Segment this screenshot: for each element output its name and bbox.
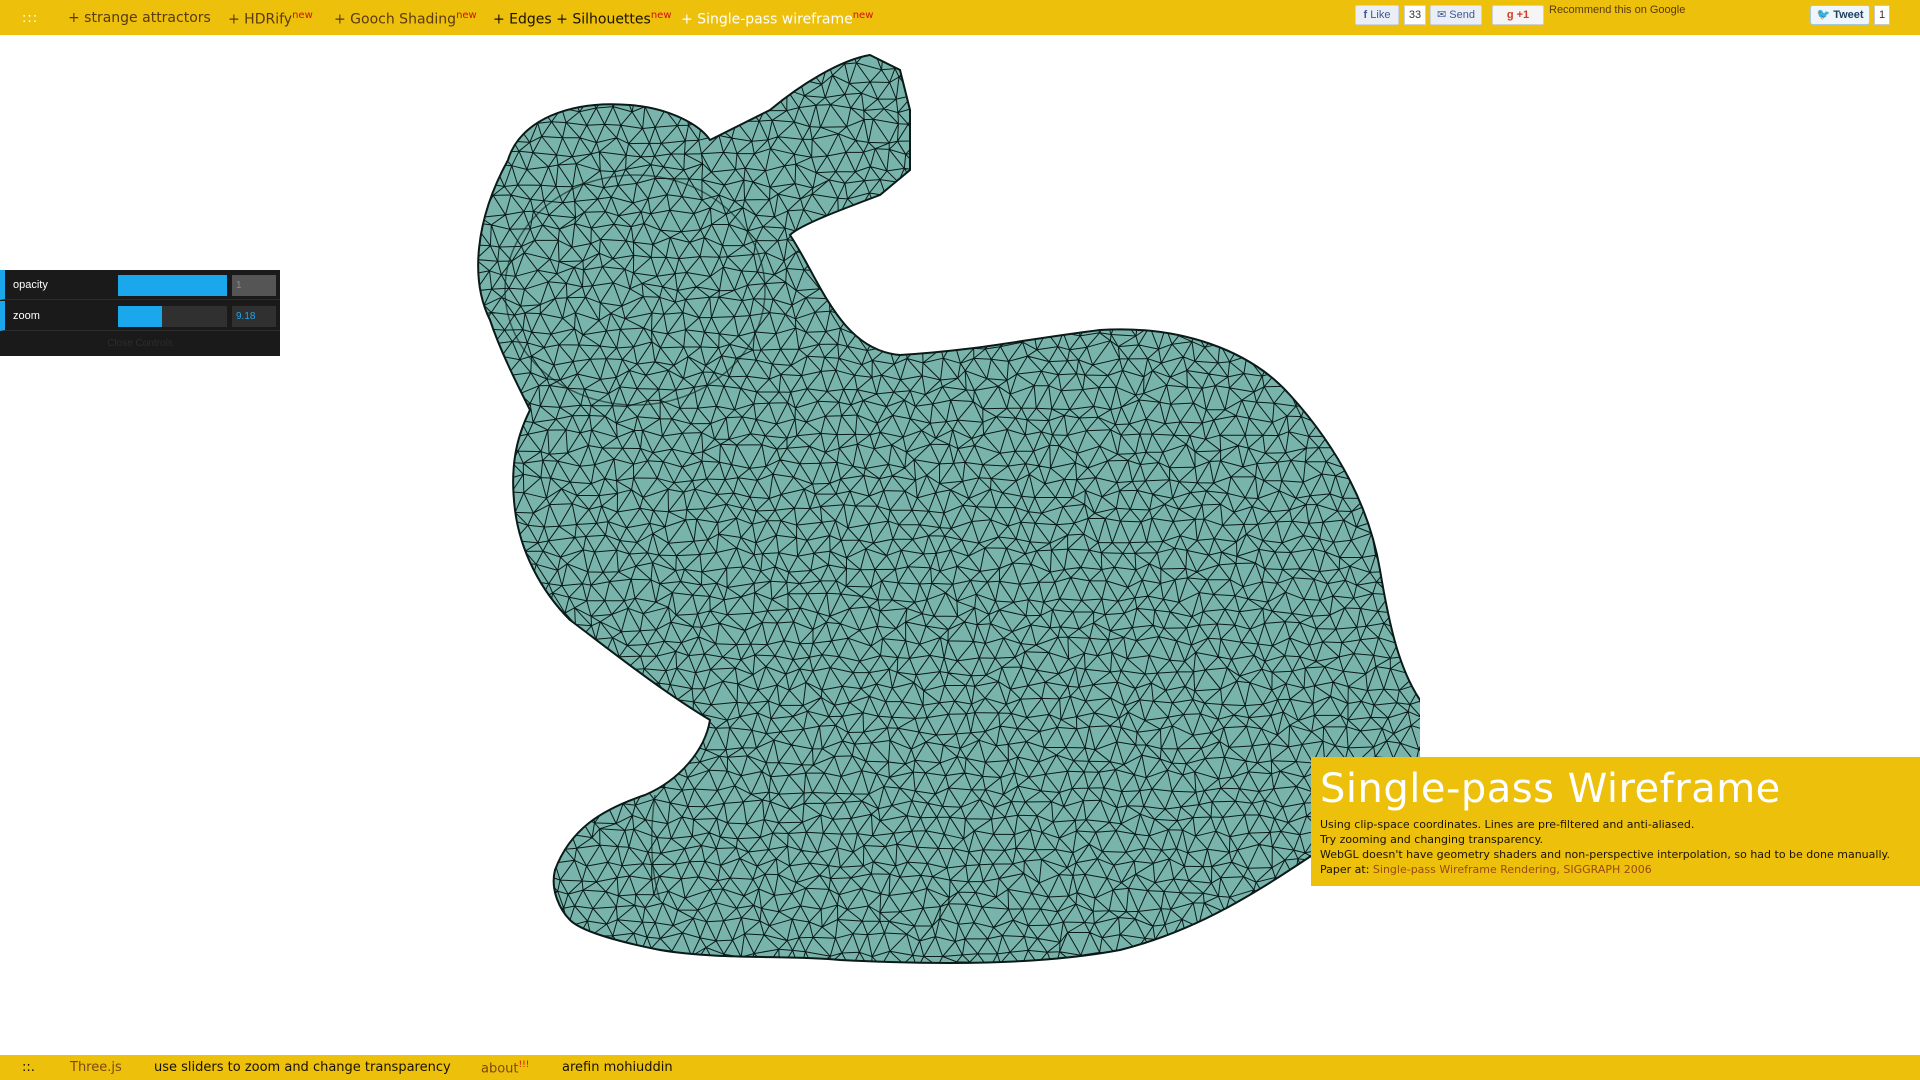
close-controls-button[interactable]: Close Controls: [0, 338, 280, 349]
info-title: Single-pass Wireframe: [1320, 766, 1781, 812]
threejs-link[interactable]: Three.js: [70, 1060, 122, 1075]
facebook-send-button[interactable]: ✉ Send: [1430, 5, 1482, 25]
google-icon: g: [1506, 9, 1514, 21]
author-name: arefin mohiuddin: [562, 1060, 673, 1075]
nav-gooch-shading[interactable]: + Gooch Shadingnew: [334, 10, 477, 28]
opacity-control-row: opacity 1: [0, 270, 280, 300]
twitter-bird-icon: 🐦: [1816, 9, 1831, 21]
bottom-bar: ::. Three.js use sliders to zoom and cha…: [0, 1055, 1920, 1080]
nav-hdrify[interactable]: + HDRifynew: [228, 10, 313, 28]
info-line-2: Try zooming and changing transparency.: [1320, 833, 1544, 846]
info-paper-line: Paper at: Single-pass Wireframe Renderin…: [1320, 863, 1652, 876]
info-line-3: WebGL doesn't have geometry shaders and …: [1320, 848, 1890, 861]
zoom-slider-fill: [118, 306, 162, 327]
wireframe-bunny-canvas[interactable]: [460, 50, 1420, 1030]
bottom-menu-dots[interactable]: ::.: [22, 1060, 35, 1075]
about-link[interactable]: about!!!: [481, 1060, 529, 1076]
info-description: Using clip-space coordinates. Lines are …: [1320, 817, 1920, 877]
opacity-slider[interactable]: [118, 275, 227, 296]
opacity-slider-fill: [118, 275, 227, 296]
facebook-like-button[interactable]: f Like: [1355, 5, 1399, 25]
google-plus-one-button[interactable]: g +1: [1492, 5, 1544, 25]
opacity-value-field[interactable]: 1: [232, 275, 276, 296]
zoom-slider[interactable]: [118, 306, 227, 327]
zoom-value-field[interactable]: 9.18: [232, 306, 276, 327]
nav-edges-silhouettes[interactable]: + Edges + Silhouettesnew: [493, 10, 672, 28]
info-line-1: Using clip-space coordinates. Lines are …: [1320, 818, 1695, 831]
send-icon: ✉: [1437, 9, 1447, 21]
controls-panel: opacity 1 zoom 9.18 Close Controls: [0, 270, 280, 356]
paper-link[interactable]: Single-pass Wireframe Rendering, SIGGRAP…: [1373, 863, 1652, 876]
facebook-like-count: 33: [1404, 5, 1426, 25]
opacity-label: opacity: [13, 279, 48, 291]
zoom-label: zoom: [13, 310, 40, 322]
facebook-icon: f: [1363, 9, 1368, 21]
tweet-count: 1: [1874, 5, 1890, 25]
tweet-button[interactable]: 🐦 Tweet: [1810, 5, 1870, 25]
zoom-control-row: zoom 9.18: [0, 301, 280, 331]
menu-dots[interactable]: :::: [22, 11, 38, 26]
google-recommend-text: Recommend this on Google: [1549, 4, 1686, 16]
nav-single-pass-wireframe[interactable]: + Single-pass wireframenew: [681, 10, 873, 28]
info-panel: Single-pass Wireframe Using clip-space c…: [1311, 757, 1920, 886]
top-nav-bar: ::: + strange attractors + HDRifynew + G…: [0, 0, 1920, 35]
nav-strange-attractors[interactable]: + strange attractors: [68, 10, 211, 26]
hint-text: use sliders to zoom and change transpare…: [154, 1060, 451, 1075]
